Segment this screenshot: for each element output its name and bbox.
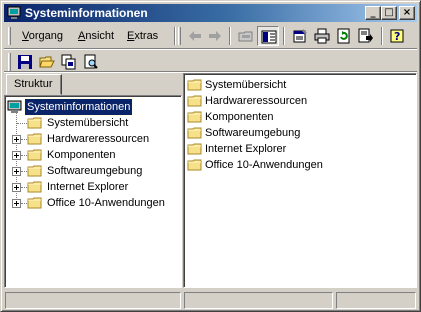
print-icon (314, 28, 330, 44)
forward-button[interactable] (204, 26, 226, 46)
list-item-label: Office 10-Anwendungen (205, 159, 323, 171)
close-icon: × (402, 7, 412, 18)
forward-icon (209, 31, 221, 41)
list-item-label: Hardwareressourcen (205, 95, 308, 107)
status-cell-middle (184, 292, 333, 309)
show-tree-icon (261, 30, 277, 44)
tab-struktur[interactable]: Struktur (6, 74, 62, 95)
tree-item-label: Office 10-Anwendungen (47, 197, 165, 209)
status-cell-right (336, 292, 416, 309)
toolbar-separator (174, 27, 176, 45)
open-button[interactable] (36, 52, 58, 72)
open-icon (39, 56, 55, 68)
menu-extras[interactable]: Extras (127, 30, 158, 42)
menu-vorgang[interactable]: Vorgang (22, 30, 63, 42)
copy-icon (61, 54, 76, 70)
find-button[interactable] (80, 52, 102, 72)
tree-connector (17, 123, 27, 124)
list-item-label: Internet Explorer (205, 143, 287, 155)
show-tree-button[interactable] (257, 26, 279, 46)
help-icon: ? (390, 29, 404, 43)
export-button[interactable] (355, 26, 377, 46)
status-cell-main (5, 292, 181, 309)
tree-pane[interactable]: Systeminformationen Systemübersicht Hard… (4, 95, 182, 288)
help-button[interactable]: ? (387, 26, 409, 46)
toolbar-separator (283, 27, 285, 45)
maximize-icon: □ (384, 7, 394, 18)
menubar-grip[interactable] (8, 27, 11, 45)
expand-icon[interactable] (12, 199, 21, 208)
tree-item-label: Internet Explorer (47, 181, 129, 193)
folder-icon (27, 117, 42, 129)
list-item-label: Softwareumgebung (205, 127, 301, 139)
title-bar[interactable]: Systeminformationen _ □ × (4, 4, 417, 22)
toolbar-grip[interactable] (178, 27, 181, 45)
expand-icon[interactable] (12, 151, 21, 160)
folder-icon (187, 143, 202, 155)
find-icon (84, 54, 98, 69)
tab-strip: Struktur (4, 73, 182, 95)
up-folder-icon (238, 31, 253, 42)
close-button[interactable]: × (399, 6, 415, 20)
folder-icon (187, 127, 202, 139)
details-pane[interactable]: Systemübersicht Hardwareressourcen Kompo… (183, 73, 417, 288)
system-info-icon (7, 6, 21, 19)
folder-icon (187, 159, 202, 171)
folder-icon (27, 133, 42, 145)
tree-item-label: Softwareumgebung (47, 165, 143, 177)
back-icon (189, 31, 201, 41)
menu-toolbar-band: Vorgang Ansicht Extras ? (4, 24, 417, 48)
folder-icon (27, 149, 42, 161)
expand-icon[interactable] (12, 167, 21, 176)
copy-button[interactable] (58, 52, 80, 72)
up-folder-button[interactable] (235, 26, 257, 46)
expand-icon[interactable] (12, 183, 21, 192)
export-icon (358, 28, 373, 43)
svg-text:?: ? (394, 30, 400, 43)
properties-icon (293, 29, 307, 43)
properties-button[interactable] (289, 26, 311, 46)
window-title: Systeminformationen (25, 6, 148, 20)
list-item-label: Systemübersicht (205, 79, 287, 91)
expand-icon[interactable] (12, 135, 21, 144)
tree-root-label: Systeminformationen (23, 98, 134, 116)
app-window: Systeminformationen _ □ × Vorgang Ansich… (0, 0, 421, 312)
maximize-button[interactable]: □ (381, 6, 397, 20)
refresh-button[interactable] (333, 26, 355, 46)
system-info-icon (7, 100, 22, 113)
tree-item-label: Systemübersicht (47, 117, 129, 129)
list-item-label: Komponenten (205, 111, 274, 123)
folder-icon (27, 181, 42, 193)
folder-icon (187, 95, 202, 107)
tree-item-label: Hardwareressourcen (47, 133, 150, 145)
toolbar2-grip[interactable] (8, 53, 11, 71)
status-bar (4, 291, 417, 310)
tree-item-label: Komponenten (47, 149, 116, 161)
secondary-toolbar (4, 50, 417, 72)
folder-icon (27, 165, 42, 177)
back-button[interactable] (184, 26, 206, 46)
minimize-icon: _ (370, 7, 376, 18)
minimize-button[interactable]: _ (365, 6, 381, 20)
folder-icon (187, 79, 202, 91)
refresh-icon (337, 28, 350, 44)
save-icon (18, 55, 32, 69)
save-button[interactable] (14, 52, 36, 72)
menu-ansicht[interactable]: Ansicht (78, 30, 114, 42)
print-button[interactable] (311, 26, 333, 46)
folder-icon (187, 111, 202, 123)
toolbar-separator (381, 27, 383, 45)
folder-icon (27, 197, 42, 209)
tab-label: Struktur (14, 78, 53, 90)
toolbar-separator (229, 27, 231, 45)
